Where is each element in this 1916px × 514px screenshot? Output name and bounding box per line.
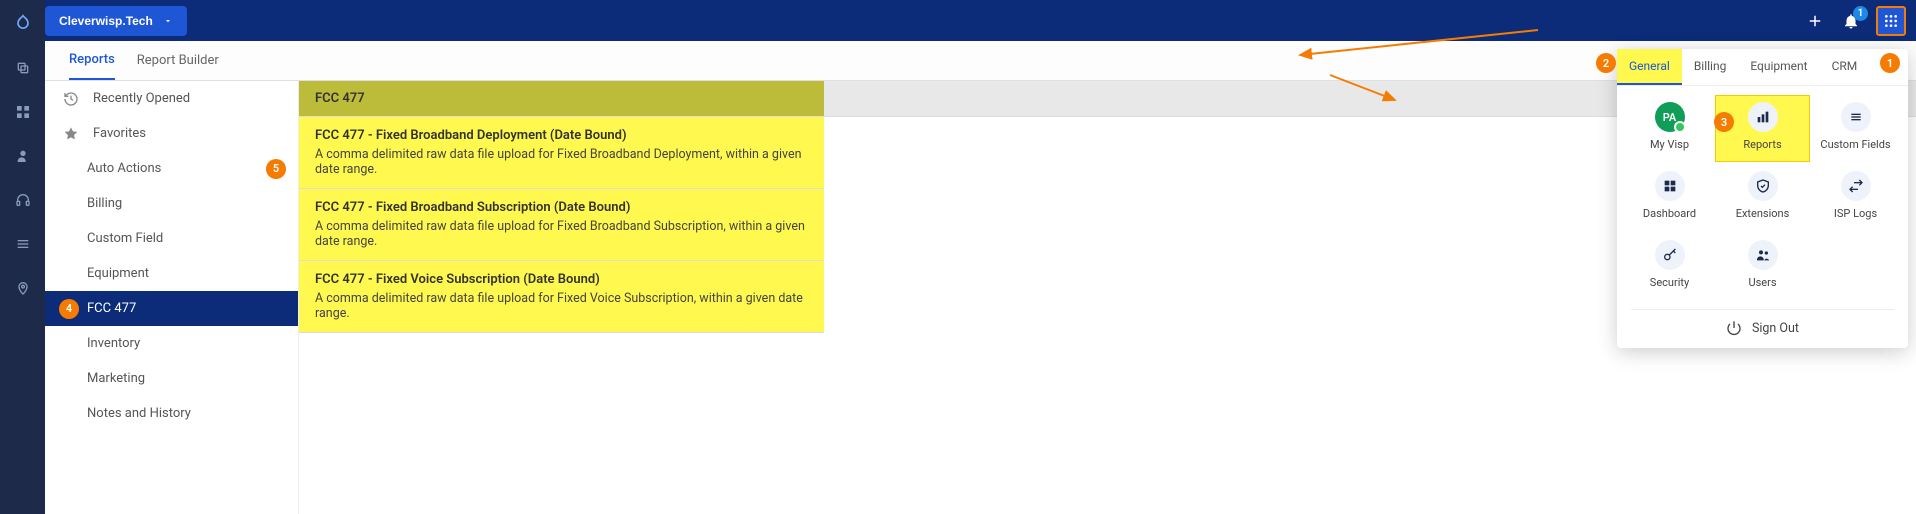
sidebar-item-label: Equipment (87, 266, 149, 281)
rail-item-dashboard-icon[interactable] (13, 102, 33, 122)
rail-item-headset-icon[interactable] (13, 190, 33, 210)
report-row[interactable]: FCC 477 - Fixed Broadband Deployment (Da… (299, 117, 824, 189)
sidebar-item-fcc-477[interactable]: 4 FCC 477 (45, 291, 298, 326)
popover-divider (1631, 309, 1894, 310)
apps-popover: General Billing Equipment CRM PA My Visp… (1617, 49, 1908, 348)
report-title: FCC 477 - Fixed Broadband Subscription (… (315, 200, 808, 215)
annotation-badge-2: 2 (1596, 53, 1616, 73)
popover-app-dashboard[interactable]: Dashboard (1623, 165, 1716, 230)
sidebar-item-recently-opened[interactable]: Recently Opened (45, 81, 298, 116)
signout-label: Sign Out (1752, 321, 1799, 336)
popover-app-label: Custom Fields (1820, 138, 1890, 151)
logo-icon (13, 14, 33, 34)
report-desc: A comma delimited raw data file upload f… (315, 219, 808, 249)
popover-app-label: Reports (1743, 138, 1781, 151)
popover-tab-billing[interactable]: Billing (1682, 49, 1739, 85)
rail-item-pin-icon[interactable] (13, 278, 33, 298)
sidebar-item-equipment[interactable]: Equipment (45, 256, 298, 291)
users-icon (1748, 240, 1778, 270)
header-actions: 1 (1804, 6, 1906, 36)
left-rail (0, 0, 45, 514)
tenant-name: Cleverwisp.Tech (59, 14, 153, 28)
signout-button[interactable]: Sign Out (1617, 320, 1908, 336)
caret-down-icon (163, 16, 173, 26)
popover-tabs: General Billing Equipment CRM (1617, 49, 1908, 86)
tenant-selector[interactable]: Cleverwisp.Tech (45, 6, 187, 36)
sidebar-item-notes-history[interactable]: Notes and History (45, 396, 298, 431)
bar-chart-icon (1748, 102, 1778, 132)
popover-app-label: Extensions (1736, 207, 1790, 220)
swap-icon (1841, 171, 1871, 201)
popover-tab-general[interactable]: General (1617, 49, 1682, 85)
report-title: FCC 477 - Fixed Voice Subscription (Date… (315, 272, 808, 287)
popover-app-label: Dashboard (1643, 207, 1696, 220)
report-desc: A comma delimited raw data file upload f… (315, 291, 808, 321)
popover-app-extensions[interactable]: Extensions (1716, 165, 1809, 230)
popover-app-isp-logs[interactable]: ISP Logs (1809, 165, 1902, 230)
annotation-badge-3: 3 (1714, 112, 1734, 132)
key-icon (1655, 240, 1685, 270)
add-icon[interactable] (1804, 10, 1826, 32)
rail-item-copy-icon[interactable] (13, 58, 33, 78)
annotation-badge-4: 4 (59, 299, 79, 319)
apps-launcher-button[interactable] (1876, 6, 1906, 36)
report-row[interactable]: FCC 477 - Fixed Broadband Subscription (… (299, 189, 824, 261)
report-group-title: FCC 477 (315, 91, 365, 106)
popover-app-label: Security (1650, 276, 1689, 289)
bell-badge: 1 (1853, 6, 1868, 21)
sidebar-item-favorites[interactable]: Favorites (45, 116, 298, 151)
bell-icon[interactable]: 1 (1840, 10, 1862, 32)
reports-sidebar: Recently Opened Favorites Auto Actions 5… (45, 81, 299, 514)
sidebar-item-label: Favorites (93, 126, 146, 141)
annotation-badge-1: 1 (1880, 53, 1900, 73)
sidebar-item-label: Billing (87, 196, 122, 211)
rail-item-list-icon[interactable] (13, 234, 33, 254)
popover-app-label: My Visp (1650, 138, 1689, 151)
popover-app-users[interactable]: Users (1716, 234, 1809, 299)
sidebar-item-custom-field[interactable]: Custom Field (45, 221, 298, 256)
app-header: Cleverwisp.Tech 1 (45, 0, 1916, 41)
report-row[interactable]: FCC 477 - Fixed Voice Subscription (Date… (299, 261, 824, 333)
popover-grid: PA My Visp Reports Custom Fields Dashboa… (1617, 86, 1908, 305)
sidebar-item-label: FCC 477 (87, 301, 136, 316)
popover-tab-crm[interactable]: CRM (1820, 49, 1870, 85)
history-icon (63, 91, 79, 107)
sidebar-item-marketing[interactable]: Marketing (45, 361, 298, 396)
report-title: FCC 477 - Fixed Broadband Deployment (Da… (315, 128, 808, 143)
sidebar-item-label: Auto Actions (87, 161, 161, 176)
sidebar-item-label: Custom Field (87, 231, 163, 246)
avatar-icon: PA (1655, 102, 1685, 132)
report-group-header: FCC 477 (299, 81, 824, 117)
sidebar-item-label: Inventory (87, 336, 140, 351)
tab-reports[interactable]: Reports (69, 41, 115, 80)
star-icon (63, 126, 79, 142)
lines-icon (1841, 102, 1871, 132)
popover-app-custom-fields[interactable]: Custom Fields (1809, 96, 1902, 161)
popover-tab-equipment[interactable]: Equipment (1738, 49, 1819, 85)
power-icon (1726, 320, 1742, 336)
popover-app-label: Users (1748, 276, 1776, 289)
shield-check-icon (1748, 171, 1778, 201)
sidebar-item-billing[interactable]: Billing (45, 186, 298, 221)
sidebar-item-auto-actions[interactable]: Auto Actions 5 (45, 151, 298, 186)
sidebar-item-label: Marketing (87, 371, 145, 386)
popover-app-security[interactable]: Security (1623, 234, 1716, 299)
sidebar-item-label: Recently Opened (93, 91, 190, 106)
popover-app-my-visp[interactable]: PA My Visp (1623, 96, 1716, 161)
popover-app-label: ISP Logs (1834, 207, 1877, 220)
rail-item-user-icon[interactable] (13, 146, 33, 166)
tab-report-builder[interactable]: Report Builder (137, 42, 219, 79)
sidebar-item-inventory[interactable]: Inventory (45, 326, 298, 361)
report-desc: A comma delimited raw data file upload f… (315, 147, 808, 177)
sidebar-item-label: Notes and History (87, 406, 191, 421)
dashboard-icon (1655, 171, 1685, 201)
annotation-badge-5: 5 (266, 159, 286, 179)
